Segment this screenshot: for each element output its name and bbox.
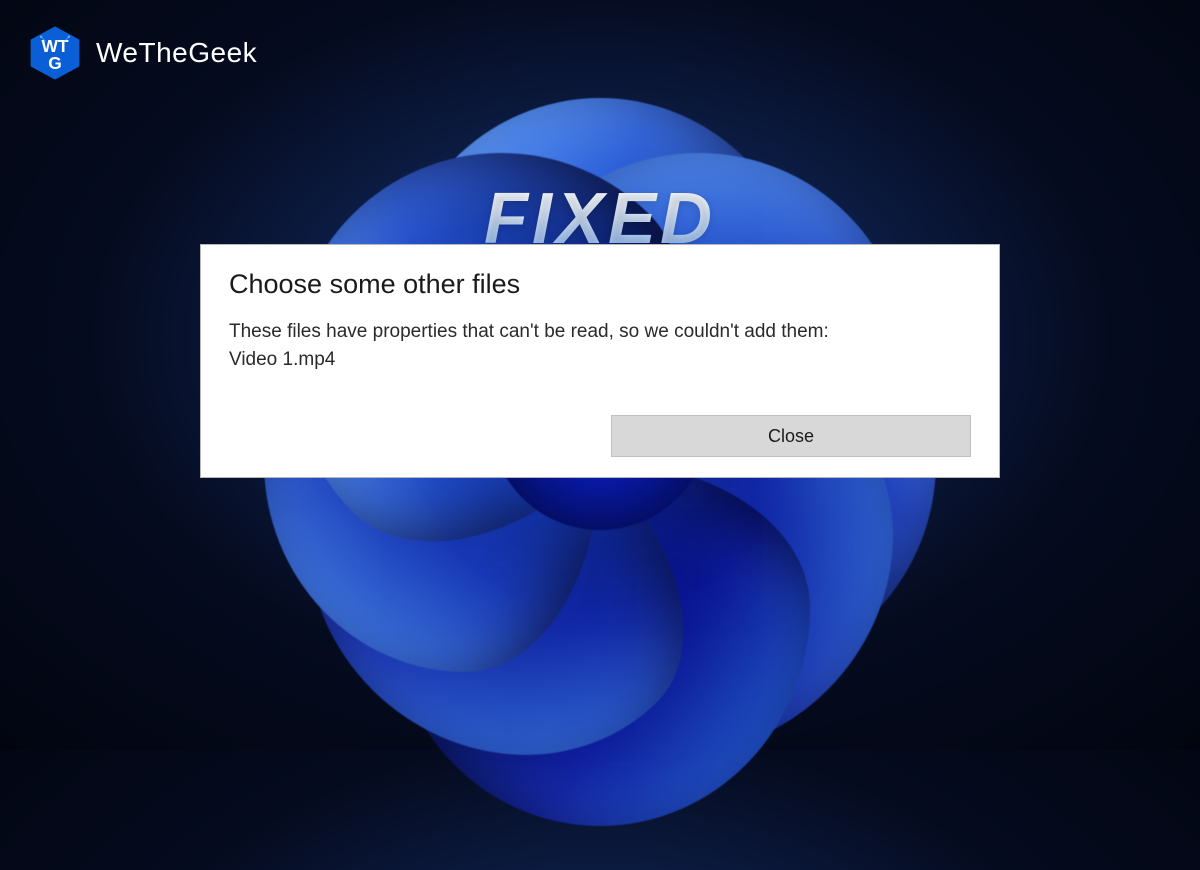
brand-logo: WT G WeTheGeek (26, 24, 257, 82)
dialog-message: These files have properties that can't b… (229, 318, 971, 373)
error-dialog: Choose some other files These files have… (200, 244, 1000, 478)
dialog-title: Choose some other files (229, 269, 971, 300)
brand-name: WeTheGeek (96, 37, 257, 69)
logo-hexagon-icon: WT G (26, 24, 84, 82)
svg-text:G: G (48, 53, 62, 73)
close-button[interactable]: Close (611, 415, 971, 457)
